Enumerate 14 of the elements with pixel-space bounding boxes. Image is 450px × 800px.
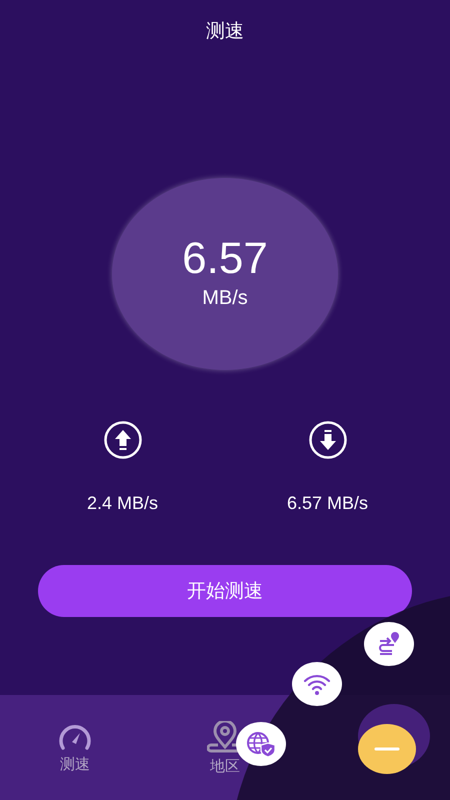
page-title: 测速 (206, 18, 244, 44)
speed-reading: 6.57 MB/s (286, 492, 368, 515)
upload-icon (102, 420, 142, 460)
download-icon (308, 420, 348, 460)
start-test-button[interactable]: 开始测速 (38, 565, 412, 617)
globe-shield-icon (246, 730, 276, 758)
speed-unit: MB/s (202, 286, 248, 311)
speed-reading: 2.4 MB/s (86, 492, 158, 515)
route-icon (376, 631, 402, 657)
minus-icon (374, 747, 400, 751)
speed-value: 6.57 (182, 235, 268, 283)
tab[interactable]: 地区 (150, 721, 300, 778)
wifi-icon (303, 672, 331, 696)
tab[interactable]: 测速 (0, 721, 150, 776)
